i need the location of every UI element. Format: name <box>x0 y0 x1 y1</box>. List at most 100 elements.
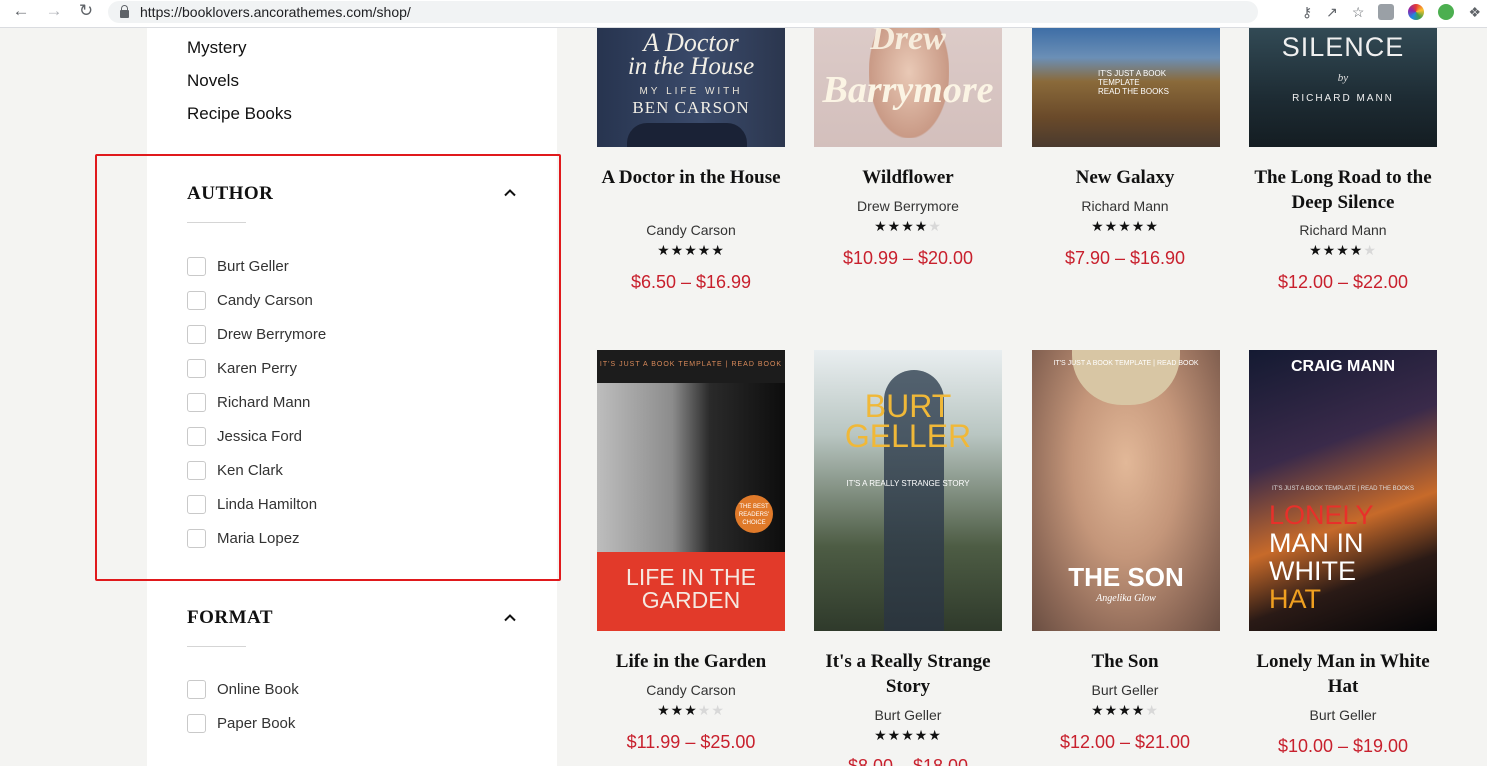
cover-tagline-text: IT'S JUST A BOOK <box>1098 69 1167 78</box>
product-price: $10.99 – $20.00 <box>842 248 974 268</box>
checkbox[interactable] <box>187 358 206 378</box>
checkbox[interactable] <box>187 713 206 733</box>
forward-icon[interactable]: → <box>38 0 70 25</box>
cover-title-text: Barrymore <box>822 69 994 111</box>
puzzle-icon[interactable]: ❖ <box>1468 4 1481 21</box>
author-filter-option[interactable]: Richard Mann <box>187 392 310 412</box>
author-widget-divider <box>187 222 246 223</box>
author-filter-label: Candy Carson <box>217 291 313 309</box>
product-rating: ★★★★★ <box>1309 242 1377 258</box>
cover-tagline-text: IT'S JUST A BOOK TEMPLATE | READ BOOK <box>599 361 783 368</box>
format-filter-option[interactable]: Paper Book <box>187 713 295 733</box>
checkbox[interactable] <box>187 426 206 446</box>
cover-tagline-text: IT'S JUST A BOOK TEMPLATE | READ BOOK <box>1053 360 1199 367</box>
cover-hands-shape <box>627 123 747 147</box>
product-author: Drew Berrymore <box>857 198 959 214</box>
cover-subtitle-text: MY LIFE WITH <box>639 86 743 97</box>
product-title-link[interactable]: New Galaxy <box>1031 165 1219 190</box>
share-icon[interactable]: ↗ <box>1326 4 1338 21</box>
cover-tagline-text: READ THE BOOKS <box>1098 87 1169 96</box>
product-title-link[interactable]: Life in the Garden <box>597 649 785 674</box>
cover-title-text: Drew <box>870 28 946 57</box>
product-cover-image[interactable]: Drew Barrymore <box>814 28 1002 147</box>
product-author: Richard Mann <box>1299 222 1387 238</box>
product-author: Candy Carson <box>646 682 736 698</box>
author-filter-option[interactable]: Candy Carson <box>187 290 313 310</box>
lock-icon <box>120 4 129 18</box>
cover-by-text: by <box>1337 72 1349 84</box>
product-price: $8.00 – $18.00 <box>847 756 969 766</box>
address-bar[interactable]: https://booklovers.ancorathemes.com/shop… <box>108 1 1258 23</box>
format-filter-label: Paper Book <box>217 714 296 732</box>
cover-subtitle-text: IT'S A REALLY STRANGE STORY <box>846 479 970 488</box>
product-author: Burt Geller <box>874 707 942 723</box>
product-rating: ★★★★★ <box>657 242 725 258</box>
author-widget-title[interactable]: AUTHOR <box>187 183 273 205</box>
author-filter-label: Maria Lopez <box>217 529 300 547</box>
checkbox[interactable] <box>187 324 206 344</box>
cover-title-text: in the House <box>627 53 755 80</box>
author-filter-option[interactable]: Burt Geller <box>187 256 289 276</box>
product-author: Burt Geller <box>1309 707 1377 723</box>
checkbox[interactable] <box>187 256 206 276</box>
product-title-link[interactable]: The Long Road to the Deep Silence <box>1249 165 1437 215</box>
product-cover-image[interactable]: A Doctor in the House MY LIFE WITH BEN C… <box>597 28 785 147</box>
product-cover-image[interactable]: CRAIG MANN IT'S JUST A BOOK TEMPLATE | R… <box>1249 350 1437 631</box>
format-filter-option[interactable]: Online Book <box>187 679 299 699</box>
author-filter-label: Richard Mann <box>217 393 311 411</box>
extension-color-icon[interactable] <box>1408 4 1425 20</box>
extension-bug-icon[interactable] <box>1438 4 1455 20</box>
product-title-link[interactable]: A Doctor in the House <box>597 165 785 190</box>
extension-icon[interactable] <box>1378 4 1395 20</box>
author-filter-label: Jessica Ford <box>217 427 303 445</box>
cover-author-text: Angelika Glow <box>1096 593 1156 604</box>
author-filter-option[interactable]: Linda Hamilton <box>187 494 317 514</box>
product-cover-image[interactable]: IT'S JUST A BOOK TEMPLATE | READ BOOK TH… <box>597 350 785 631</box>
author-filter-option[interactable]: Jessica Ford <box>187 426 302 446</box>
cover-author-text: RICHARD MANN <box>1292 93 1394 104</box>
url-text: https://booklovers.ancorathemes.com/shop… <box>140 4 411 20</box>
chevron-up-icon[interactable] <box>504 612 516 624</box>
product-price: $10.00 – $19.00 <box>1277 736 1409 756</box>
author-filter-option[interactable]: Karen Perry <box>187 358 297 378</box>
cover-hair-shape <box>1072 350 1180 405</box>
back-icon[interactable]: ← <box>5 0 37 25</box>
product-title-link[interactable]: The Son <box>1031 649 1219 674</box>
product-author: Richard Mann <box>1081 198 1169 214</box>
author-filter-option[interactable]: Ken Clark <box>187 460 283 480</box>
bookmark-star-icon[interactable]: ☆ <box>1352 4 1365 21</box>
product-price: $6.50 – $16.99 <box>630 272 752 292</box>
reload-icon[interactable]: ↻ <box>70 0 102 25</box>
cover-tagline-text: IT'S JUST A BOOK TEMPLATE | READ THE BOO… <box>1272 486 1414 492</box>
product-author: Burt Geller <box>1091 682 1159 698</box>
category-recipe-books-link[interactable]: Recipe Books <box>187 104 292 124</box>
product-title-link[interactable]: It's a Really Strange Story <box>814 649 1002 699</box>
product-cover-image[interactable]: BURT GELLER IT'S A REALLY STRANGE STORY <box>814 350 1002 631</box>
checkbox[interactable] <box>187 494 206 514</box>
checkbox[interactable] <box>187 290 206 310</box>
format-widget-divider <box>187 646 246 647</box>
author-filter-label: Burt Geller <box>217 257 289 275</box>
cover-title-text: SILENCE <box>1281 32 1405 62</box>
cover-title-text: MAN IN <box>1269 528 1364 558</box>
product-cover-image[interactable]: IT'S JUST A BOOK TEMPLATE | READ BOOK TH… <box>1032 350 1220 631</box>
checkbox[interactable] <box>187 392 206 412</box>
key-icon[interactable]: ⚷ <box>1302 4 1312 21</box>
author-filter-option[interactable]: Drew Berrymore <box>187 324 326 344</box>
format-widget-title[interactable]: FORMAT <box>187 607 273 629</box>
product-price: $11.99 – $25.00 <box>626 732 756 752</box>
checkbox[interactable] <box>187 528 206 548</box>
category-novels-link[interactable]: Novels <box>187 71 239 91</box>
chevron-up-icon[interactable] <box>504 187 516 199</box>
cover-author-text: BEN CARSON <box>632 98 750 117</box>
checkbox[interactable] <box>187 460 206 480</box>
product-title-link[interactable]: Lonely Man in White Hat <box>1249 649 1437 699</box>
product-title-link[interactable]: Wildflower <box>814 165 1002 190</box>
category-mystery-link[interactable]: Mystery <box>187 38 247 58</box>
author-filter-option[interactable]: Maria Lopez <box>187 528 300 548</box>
browser-toolbar: ← → ↻ https://booklovers.ancorathemes.co… <box>0 0 1487 28</box>
cover-title-text: GARDEN <box>641 587 741 613</box>
checkbox[interactable] <box>187 679 206 699</box>
product-cover-image[interactable]: IT'S JUST A BOOK TEMPLATE READ THE BOOKS <box>1032 28 1220 147</box>
product-cover-image[interactable]: SILENCE by RICHARD MANN <box>1249 28 1437 147</box>
